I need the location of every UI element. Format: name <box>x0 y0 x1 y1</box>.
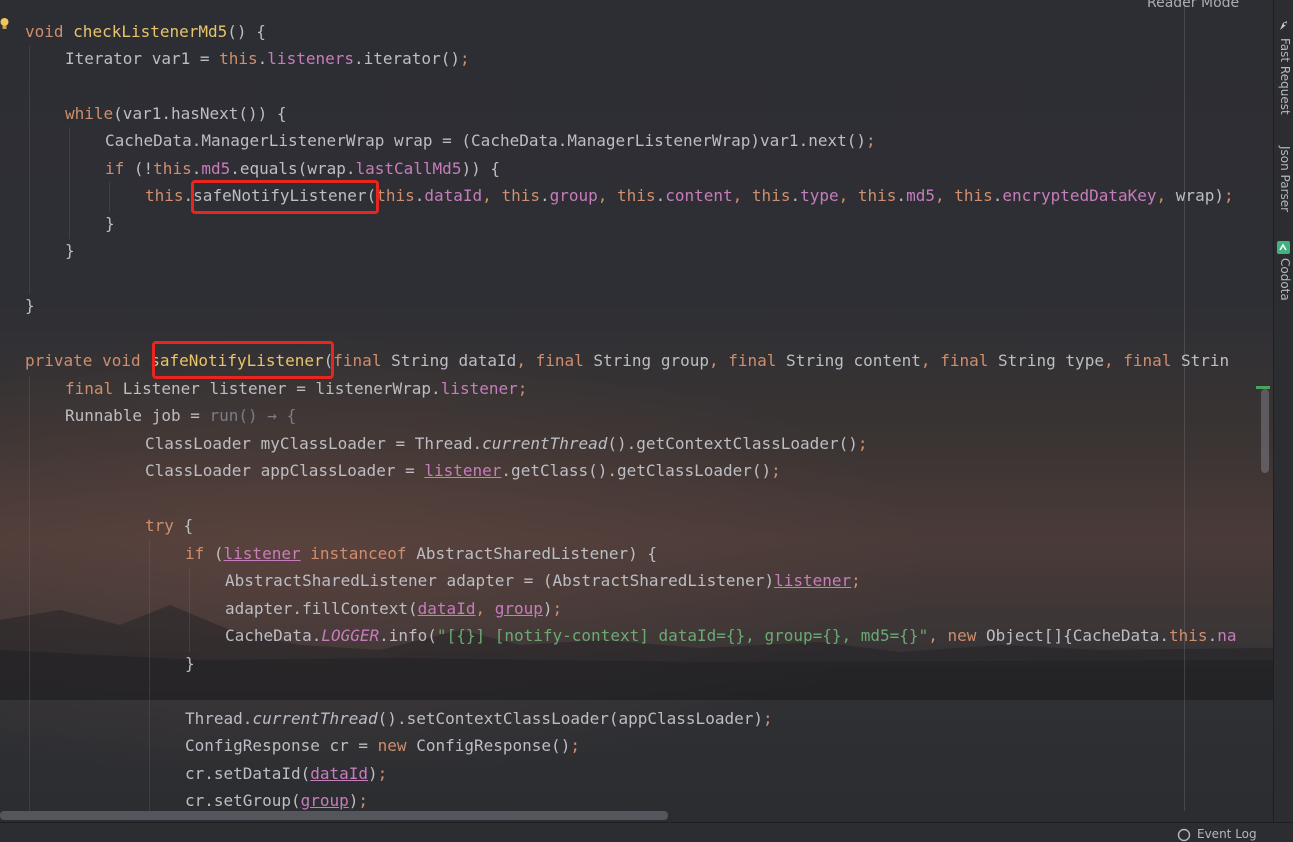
right-tool-strip <box>1273 0 1293 826</box>
highlight-box-declaration <box>152 341 334 379</box>
indent-guide <box>69 127 70 239</box>
indent-guide <box>109 182 110 212</box>
code-line: } <box>105 214 115 233</box>
code-line: ConfigResponse cr = new ConfigResponse()… <box>185 736 580 755</box>
code-line: try { <box>145 516 194 535</box>
indent-guide <box>29 377 30 811</box>
code-line: } <box>65 241 75 260</box>
code-line: while(var1.hasNext()) { <box>65 104 287 123</box>
code-line: } <box>25 296 35 315</box>
code-line: cr.setGroup(group); <box>185 791 369 810</box>
code-line: cr.setDataId(dataId); <box>185 764 388 783</box>
code-line: void checkListenerMd5() { <box>25 22 266 41</box>
code-line: Iterator var1 = this.listeners.iterator(… <box>65 49 470 68</box>
code-editor[interactable]: void checkListenerMd5() { Iterator var1 … <box>0 0 1273 811</box>
codota-icon[interactable] <box>1277 241 1290 254</box>
intention-bulb-icon[interactable] <box>0 18 9 30</box>
indent-guide <box>29 46 30 294</box>
code-line: CacheData.LOGGER.info("[{}] [notify-cont… <box>225 626 1237 645</box>
tool-codota[interactable]: Codota <box>1274 258 1292 301</box>
reader-mode-button[interactable]: Reader Mode <box>1147 0 1239 12</box>
code-line: CacheData.ManagerListenerWrap wrap = (Ca… <box>105 131 876 150</box>
code-line: final Listener listener = listenerWrap.l… <box>65 379 528 398</box>
code-line: adapter.fillContext(dataId, group); <box>225 599 563 618</box>
indent-guide <box>149 540 150 811</box>
tool-json-parser[interactable]: Json Parser <box>1274 146 1292 212</box>
code-line: } <box>185 654 195 673</box>
event-log-icon[interactable] <box>1177 828 1191 842</box>
code-line: AbstractSharedListener adapter = (Abstra… <box>225 571 861 590</box>
tool-fast-request[interactable]: Fast Request <box>1274 38 1292 115</box>
method-name: checkListenerMd5 <box>73 22 228 41</box>
code-line: ClassLoader myClassLoader = Thread.curre… <box>145 434 868 453</box>
right-margin-guide <box>1184 0 1185 811</box>
vertical-scrollbar-thumb[interactable] <box>1261 389 1269 473</box>
horizontal-scrollbar-thumb[interactable] <box>0 811 668 820</box>
highlight-box-call <box>191 180 379 214</box>
code-line: if (listener instanceof AbstractSharedLi… <box>185 544 658 563</box>
code-line: if (!this.md5.equals(wrap.lastCallMd5)) … <box>105 159 500 178</box>
code-line: Runnable job = run() → { <box>65 406 297 425</box>
indent-guide <box>189 568 190 652</box>
status-bar <box>0 822 1293 840</box>
lambda-fold: run() → { <box>209 406 297 425</box>
rocket-icon[interactable] <box>1277 20 1290 33</box>
code-line: ClassLoader appClassLoader = listener.ge… <box>145 461 781 480</box>
code-line: Thread.currentThread().setContextClassLo… <box>185 709 773 728</box>
